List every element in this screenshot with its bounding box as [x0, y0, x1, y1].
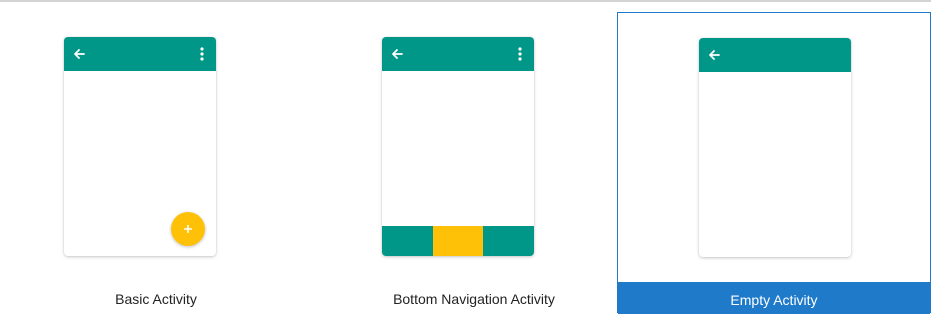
arrow-back-icon — [74, 49, 85, 59]
floating-action-button — [171, 212, 205, 246]
template-preview — [64, 37, 216, 256]
template-label: Bottom Navigation Activity — [393, 291, 555, 307]
top-divider — [0, 0, 931, 2]
template-tile-bottom-navigation-activity[interactable]: Bottom Navigation Activity — [318, 12, 630, 313]
more-vert-icon — [518, 47, 522, 61]
template-label: Basic Activity — [115, 291, 197, 307]
app-bar — [699, 38, 851, 72]
bottom-nav-item — [382, 226, 433, 256]
app-bar — [64, 37, 216, 71]
arrow-back-icon — [709, 50, 720, 60]
template-preview — [699, 38, 851, 257]
more-vert-icon — [200, 47, 204, 61]
template-preview — [382, 37, 534, 256]
template-tile-basic-activity[interactable]: Basic Activity — [0, 12, 312, 313]
template-tile-empty-activity[interactable]: Empty Activity — [617, 12, 931, 314]
template-label: Empty Activity — [730, 292, 818, 308]
bottom-nav-item — [483, 226, 534, 256]
bottom-navigation-bar — [382, 226, 534, 256]
app-bar — [382, 37, 534, 71]
bottom-nav-item-active — [432, 226, 484, 256]
add-icon — [184, 225, 192, 233]
arrow-back-icon — [392, 49, 403, 59]
